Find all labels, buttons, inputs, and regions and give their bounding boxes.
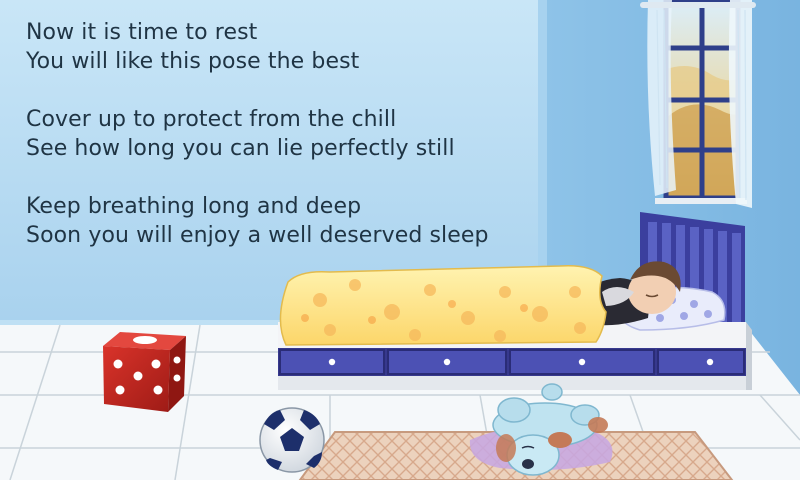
dice-toy [103,332,186,412]
verse-line: Keep breathing long and deep [26,194,362,219]
bedroom-scene: Now it is time to rest You will like thi… [0,0,800,480]
stanza-3: Keep breathing long and deep Soon you wi… [26,192,546,250]
verse-line: You will like this pose the best [26,49,360,74]
verse-text: Now it is time to rest You will like thi… [26,18,546,279]
verse-line: Cover up to protect from the chill [26,107,397,132]
verse-line: Soon you will enjoy a well deserved slee… [26,223,489,248]
verse-line: Now it is time to rest [26,20,258,45]
stanza-2: Cover up to protect from the chill See h… [26,105,546,163]
soccer-ball [259,407,325,473]
verse-line: See how long you can lie perfectly still [26,136,455,161]
bedroom-window [640,0,756,208]
stanza-1: Now it is time to rest You will like thi… [26,18,546,76]
